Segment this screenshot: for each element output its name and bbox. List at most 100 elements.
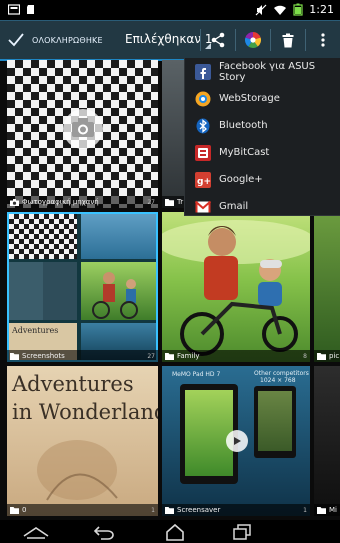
play-button[interactable] [226,430,248,452]
thumb-blue [81,214,156,259]
sd-card-icon [27,5,34,14]
collapse-button[interactable] [6,520,66,543]
folder-icon [165,506,174,514]
folder-icon [165,198,174,206]
folder-icon [10,352,19,360]
album-label: Family 8 [162,350,310,362]
gmail-icon [195,199,211,215]
tablet-small [254,386,296,458]
status-bar: 1:21 [0,0,340,20]
album-name: 0 [22,506,27,514]
delete-button[interactable] [271,21,305,59]
check-icon [8,33,24,47]
product-name: MeMO Pad HD 7 [172,371,221,378]
album-name: Tr [177,198,184,206]
thumb-family-figures [92,272,138,319]
album-label: Φωτογραφική μηχανή 27 [7,196,158,208]
mybitcast-icon [195,144,211,161]
clock: 1:21 [309,3,334,16]
home-button[interactable] [145,520,205,543]
album-tile-pic[interactable]: pic [314,212,340,362]
tablet-large-screen [185,390,233,476]
compare-res: 1024 × 768 [260,377,296,384]
wifi-icon [274,5,287,15]
notification-icon [8,4,20,15]
back-icon [93,525,114,540]
thumb-book-text: Adventures [12,326,59,335]
album-name: Screenshots [22,352,65,360]
recent-apps-button[interactable] [212,520,272,543]
webstorage-icon [195,91,211,107]
album-count: 8 [303,352,307,360]
collapse-icon [23,526,49,539]
album-tile-screensaver[interactable]: MeMO Pad HD 7 Other competitors 1024 × 7… [162,366,310,516]
bluetooth-icon [195,118,211,134]
album-count: 27 [147,352,155,360]
album-tile-family[interactable]: Family 8 [162,212,310,362]
recent-apps-icon [233,523,251,540]
album-name: Φωτογραφική μηχανή [22,198,99,206]
album-label: Screensaver 1 [162,504,310,516]
svg-text:g+: g+ [197,177,211,187]
back-button[interactable] [74,520,134,543]
share-item-webstorage[interactable]: WebStorage [185,85,340,112]
album-name: Family [177,352,200,360]
album-name: Screensaver [177,506,221,514]
thumb-grid [9,262,77,320]
album-name: Mi [329,506,337,514]
share-item-mybitcast[interactable]: MyBitCast [185,139,340,166]
delete-icon [282,33,294,47]
share-item-google-plus[interactable]: g+ Google+ [185,166,340,193]
album-tile-mi[interactable]: Mi [314,366,340,516]
album-label: 0 1 [7,504,158,516]
share-item-label: Facebook για ASUS Story [219,60,316,83]
camera-small-icon [10,198,19,206]
picasa-button[interactable] [236,21,270,59]
share-item-gmail[interactable]: Gmail [185,193,340,220]
share-item-label: Google+ [219,174,263,185]
done-button[interactable]: ΟΛΟΚΛΗΡΩΘΗΚΕ [8,27,103,53]
folder-icon [10,506,19,514]
share-item-label: Bluetooth [219,120,268,131]
done-label: ΟΛΟΚΛΗΡΩΘΗΚΕ [32,35,103,45]
overflow-button[interactable] [306,21,340,59]
album-label: Mi [314,504,340,516]
folder-icon [317,352,326,360]
book-title-line2: in Wonderland [12,400,158,424]
album-count: 1 [151,506,155,514]
folder-icon [165,352,174,360]
mute-icon [255,4,267,15]
book-title-line1: Adventures [12,372,134,396]
album-count: 27 [147,198,155,206]
tablet-small-screen [258,391,292,451]
share-menu: Facebook για ASUS Story WebStorage Bluet… [184,58,340,216]
album-label: pic [314,350,340,362]
share-item-label: MyBitCast [219,147,270,158]
picasa-icon [244,32,262,49]
navigation-bar [0,520,340,543]
album-tile-screenshots[interactable]: Adventures Screenshots 27 [7,212,158,362]
action-bar: ΟΛΟΚΛΗΡΩΘΗΚΕ Επιλέχθηκαν 1 [0,20,340,61]
album-tile-camera[interactable]: Φωτογραφική μηχανή 27 [7,60,158,208]
album-count: 1 [303,506,307,514]
overflow-icon [321,33,325,47]
google-plus-icon: g+ [195,171,211,188]
share-icon [211,32,225,48]
battery-icon [293,3,303,16]
share-item-bluetooth[interactable]: Bluetooth [185,112,340,139]
play-icon [234,437,241,445]
compare-label: Other competitors [254,370,309,377]
book-illustration [37,440,118,501]
folder-icon [317,506,326,514]
share-item-label: WebStorage [219,93,280,104]
share-button[interactable] [201,21,235,59]
album-label: Screenshots 27 [7,350,158,362]
camera-overlay-icon [63,109,103,149]
share-item-label: Gmail [219,201,249,212]
share-item-facebook[interactable]: Facebook για ASUS Story [185,58,340,85]
home-icon [166,523,184,541]
album-cover-strip [162,60,184,208]
thumb-checker [9,214,77,259]
album-tile-0[interactable]: Adventures in Wonderland 0 1 [7,366,158,516]
facebook-asus-icon [195,63,211,80]
